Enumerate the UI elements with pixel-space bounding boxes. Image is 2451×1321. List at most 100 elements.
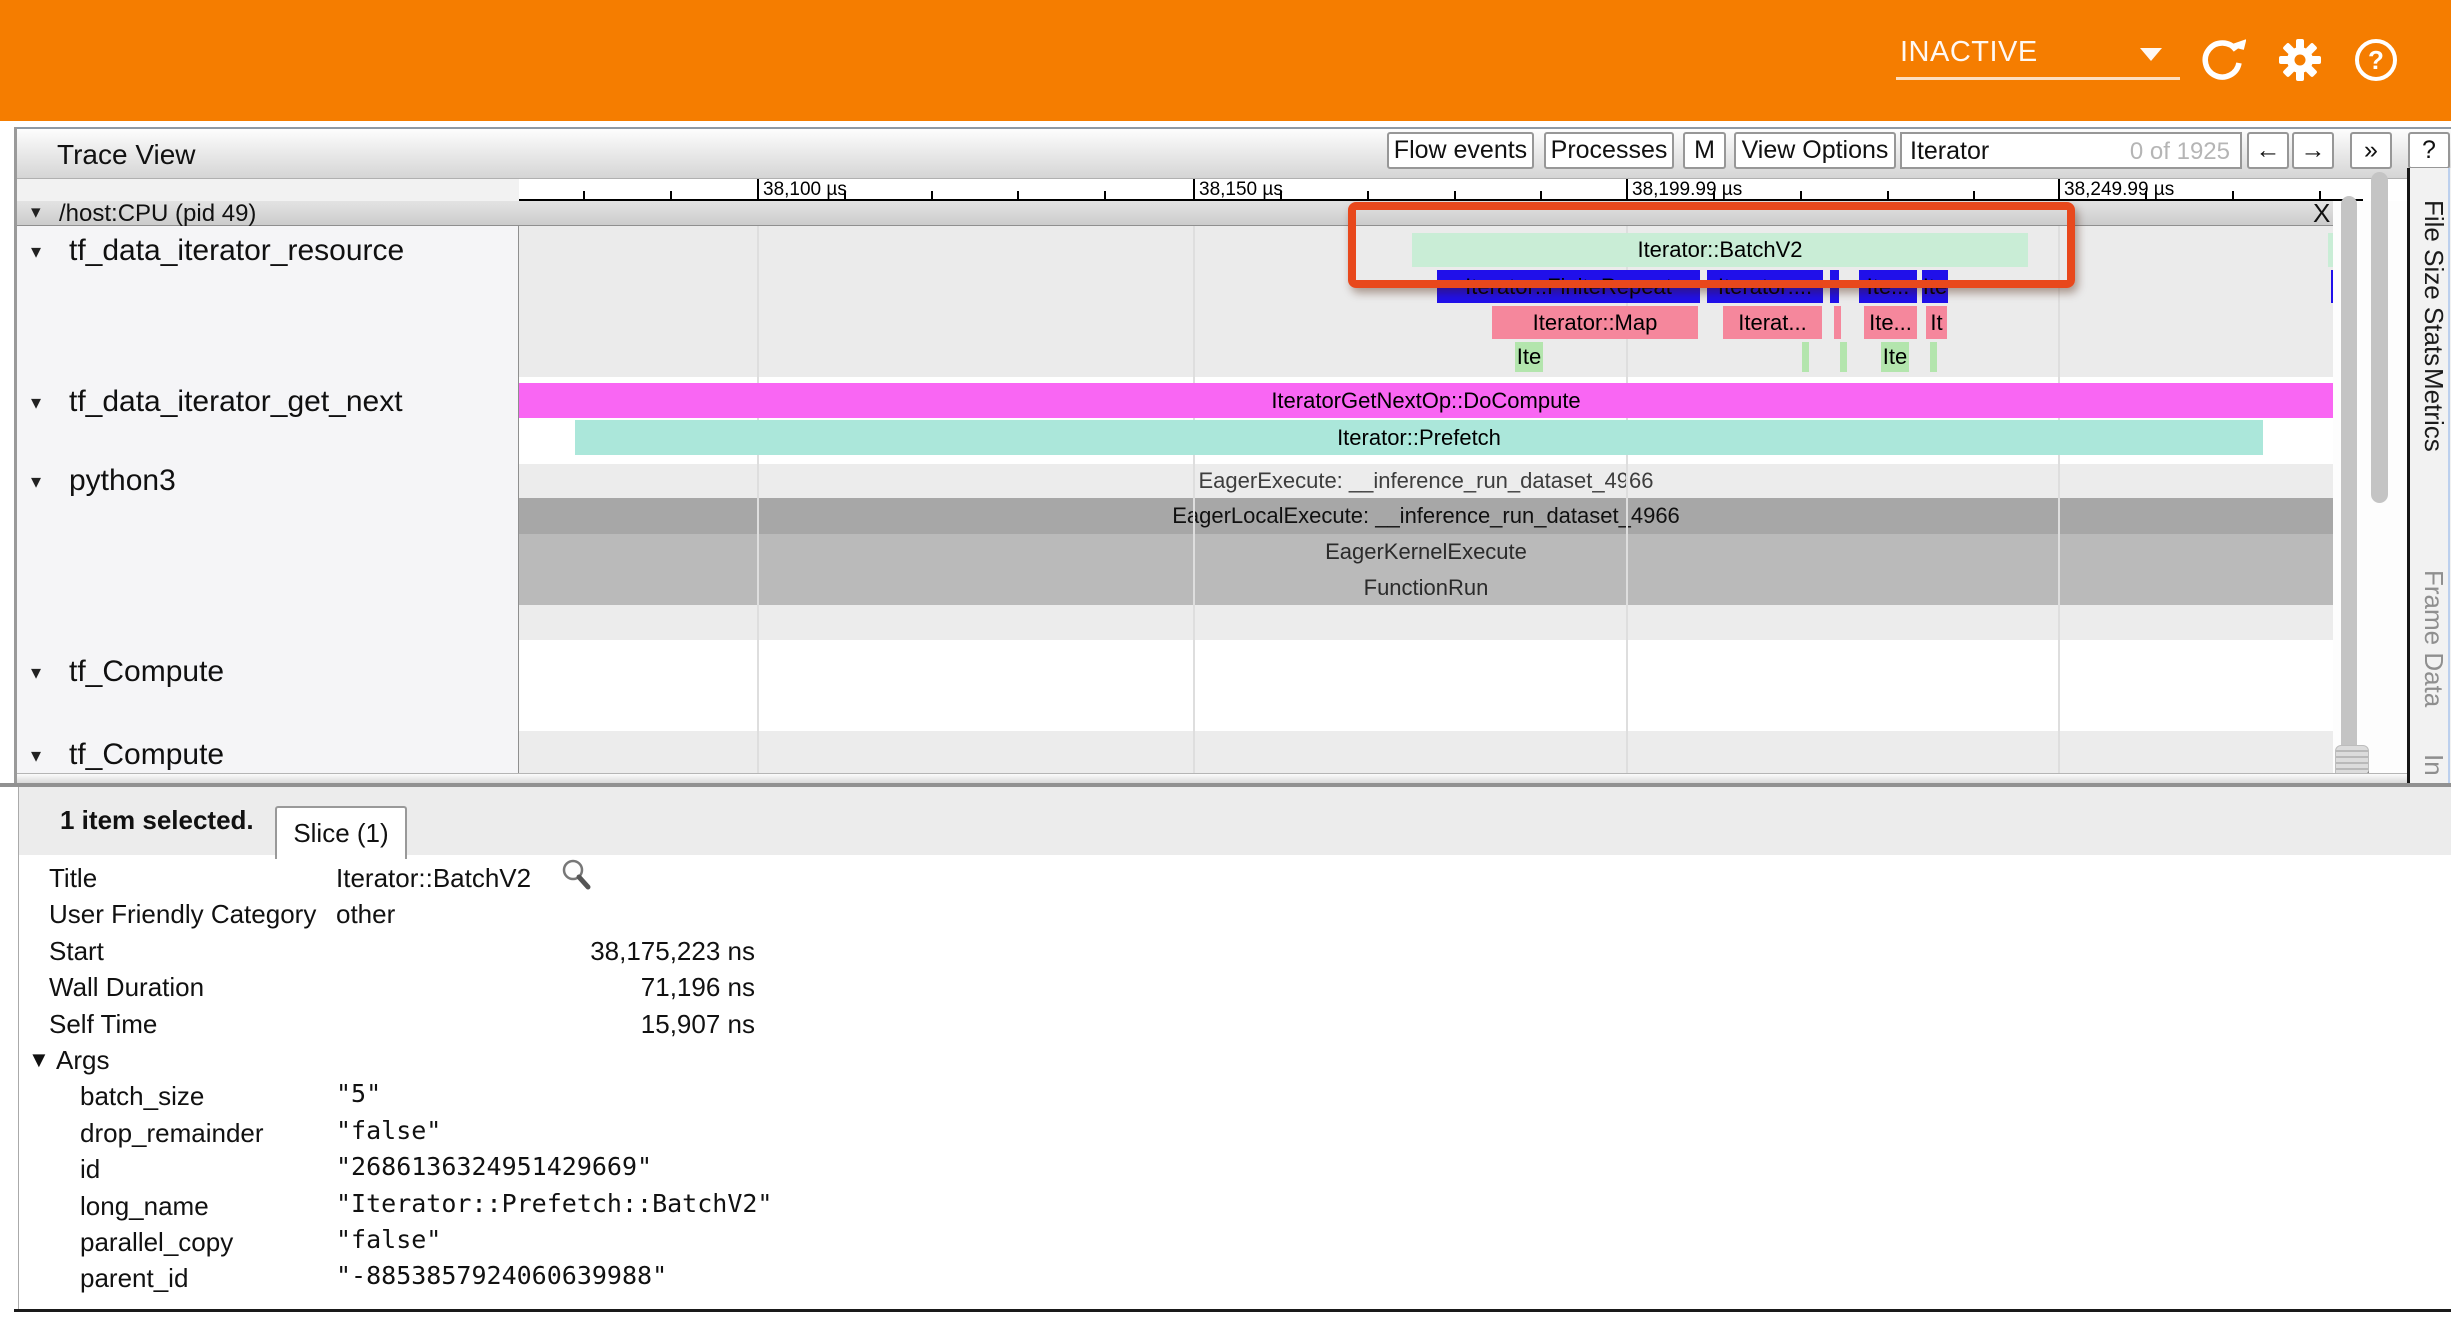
process-header-label: /host:CPU (pid 49) — [59, 200, 256, 228]
toolbar-button-processes[interactable]: Processes — [1544, 132, 1674, 169]
run-selector-value: INACTIVE — [1900, 36, 2038, 69]
args-toggle[interactable]: ▼ Args — [19, 1041, 419, 1078]
slice-band-functionrun[interactable]: FunctionRun — [519, 570, 2333, 605]
trace-slice[interactable] — [1840, 342, 1847, 372]
ruler-minor-tick — [931, 191, 933, 199]
trace-view-toolbar: Trace View Flow events ProcessesMView Opt… — [17, 127, 2451, 179]
side-tab-frame-data[interactable]: Frame Data — [2418, 570, 2449, 707]
ruler-minor-tick — [1017, 191, 1019, 199]
timeline-gridline — [1193, 226, 1195, 773]
slice-band-eagerlocalexecute[interactable]: EagerLocalExecute: __inference_run_datas… — [519, 498, 2333, 534]
outer-vertical-scrollbar[interactable] — [2371, 172, 2388, 503]
ruler-minor-tick — [1973, 191, 1975, 199]
ruler-minor-tick — [1887, 191, 1889, 199]
collapse-triangle-icon: ▾ — [31, 239, 41, 264]
detail-label: User Friendly Category — [49, 899, 316, 930]
timeline-pane: EagerExecute: __inference_run_dataset_49… — [519, 226, 2333, 773]
magnifier-icon[interactable] — [559, 857, 593, 891]
run-selector-dropdown[interactable]: INACTIVE — [1896, 28, 2180, 80]
track-label-python3[interactable]: ▾ python3 — [17, 464, 518, 502]
ruler-tick-label: 38,199.99 µs — [1632, 179, 1742, 201]
trace-slice-iterator-prefetch[interactable]: Iterator::Prefetch — [575, 420, 2263, 455]
trace-slice-ite[interactable]: Ite — [1881, 342, 1909, 372]
shortcuts-help-button[interactable]: ? — [2408, 132, 2450, 169]
help-icon[interactable]: ? — [2352, 36, 2400, 84]
prev-result-button[interactable]: ← — [2247, 132, 2289, 169]
collapse-triangle-icon: ▾ — [31, 201, 41, 224]
trace-slice[interactable] — [1834, 306, 1841, 339]
refresh-icon[interactable] — [2198, 36, 2246, 84]
trace-slice[interactable] — [1802, 342, 1809, 372]
collapse-triangle-icon: ▾ — [31, 660, 41, 685]
search-box[interactable]: Iterator 0 of 1925 — [1900, 132, 2242, 169]
right-tab-strip: File Size StatsMetrics Frame Data In — [2407, 168, 2451, 783]
args-collapse-icon: ▼ — [28, 1047, 50, 1073]
track-label-tf-compute[interactable]: ▾ tf_Compute — [17, 655, 518, 693]
tab-slice-label: Slice (1) — [293, 818, 388, 848]
collapse-triangle-icon: ▾ — [31, 390, 41, 415]
track-label-text: tf_Compute — [69, 655, 224, 689]
arg-value: "-8853857924060639988" — [336, 1261, 667, 1290]
ruler-minor-tick — [1367, 191, 1369, 199]
trace-slice-it[interactable]: It — [1926, 306, 1947, 339]
arg-row-batch-size: batch_size "5" — [19, 1077, 1019, 1114]
detail-value: other — [336, 899, 395, 930]
trace-slice-ite[interactable]: Ite... — [1864, 306, 1917, 339]
tab-slice[interactable]: Slice (1) — [275, 806, 407, 859]
toolbar-button-flow-events[interactable]: Flow events — [1387, 132, 1534, 169]
selection-status: 1 item selected. — [60, 805, 254, 836]
arg-key: batch_size — [80, 1081, 204, 1112]
detail-row-wall-duration: Wall Duration71,196 ns — [19, 968, 1019, 1005]
side-tab-in[interactable]: In — [2418, 754, 2449, 776]
arg-value: "5" — [336, 1079, 381, 1108]
ruler-major-tick — [1193, 179, 1195, 201]
ruler-tick-label: 38,150 µs — [1199, 179, 1283, 201]
track-label-tf-data-iterator-get-next[interactable]: ▾ tf_data_iterator_get_next — [17, 385, 518, 423]
annotation-highlight-box — [1348, 202, 2075, 288]
settings-gear-icon[interactable] — [2276, 36, 2324, 84]
trace-slice-ite[interactable]: Ite — [1515, 342, 1543, 372]
arg-row-parent-id: parent_id "-8853857924060639988" — [19, 1259, 1019, 1296]
arg-value: "false" — [336, 1225, 441, 1254]
horizontal-scroll-strip[interactable] — [17, 773, 2407, 783]
close-process-button[interactable]: X — [2313, 198, 2330, 229]
side-tab-metrics[interactable]: Metrics — [2418, 368, 2449, 452]
slice-band-eagerexecute[interactable]: EagerExecute: __inference_run_dataset_49… — [519, 464, 2333, 498]
trace-slice-iterator-map[interactable]: Iterator::Map — [1492, 306, 1698, 339]
timeline-gridline — [2058, 226, 2060, 773]
detail-label: Title — [49, 863, 97, 894]
track-label-text: tf_data_iterator_get_next — [69, 385, 403, 419]
detail-row-self-time: Self Time15,907 ns — [19, 1005, 1019, 1042]
ruler-major-tick — [1626, 179, 1628, 201]
page-bottom-border — [14, 1309, 2451, 1312]
timeline-ruler[interactable]: 38,100 µs38,150 µs38,199.99 µs38,249.99 … — [519, 179, 2363, 201]
detail-row-user-friendly-category: User Friendly Category other — [19, 895, 1019, 932]
track-label-tf-compute[interactable]: ▾tf_Compute — [17, 738, 518, 776]
side-tab-file-size-stats[interactable]: File Size Stats — [2418, 200, 2449, 366]
arg-key: parent_id — [80, 1263, 188, 1294]
detail-value: Iterator::BatchV2 — [336, 863, 531, 894]
trace-slice-iterat[interactable]: Iterat... — [1723, 306, 1822, 339]
expand-button[interactable]: » — [2350, 132, 2392, 169]
chevron-down-icon — [2140, 48, 2162, 61]
ruler-tick-label: 38,100 µs — [763, 179, 847, 201]
panel-title: Trace View — [57, 139, 196, 171]
inner-vertical-scrollbar[interactable] — [2341, 196, 2357, 770]
collapse-triangle-icon: ▾ — [31, 743, 41, 768]
topbar: INACTIVE — [0, 0, 2451, 121]
trace-slice[interactable] — [1930, 342, 1937, 372]
ruler-major-tick — [2058, 179, 2060, 201]
slice-band-eagerkernelexecute[interactable]: EagerKernelExecute — [519, 534, 2333, 570]
track-label-text: python3 — [69, 464, 176, 498]
next-result-button[interactable]: → — [2292, 132, 2334, 169]
track-label-tf-data-iterator-resource[interactable]: ▾tf_data_iterator_resource — [17, 234, 518, 272]
collapse-triangle-icon: ▾ — [31, 469, 41, 494]
arg-key: parallel_copy — [80, 1227, 233, 1258]
trace-slice-iteratorgetnextop-docompute[interactable]: IteratorGetNextOp::DoCompute — [519, 383, 2333, 418]
detail-row-start: Start38,175,223 ns — [19, 932, 1019, 969]
arg-value: "2686136324951429669" — [336, 1152, 652, 1181]
toolbar-button-view-options[interactable]: View Options — [1734, 132, 1896, 169]
arg-row-long-name: long_name"Iterator::Prefetch::BatchV2" — [19, 1187, 1019, 1224]
toolbar-button-m[interactable]: M — [1683, 132, 1726, 169]
search-result-count: 0 of 1925 — [2130, 138, 2230, 166]
